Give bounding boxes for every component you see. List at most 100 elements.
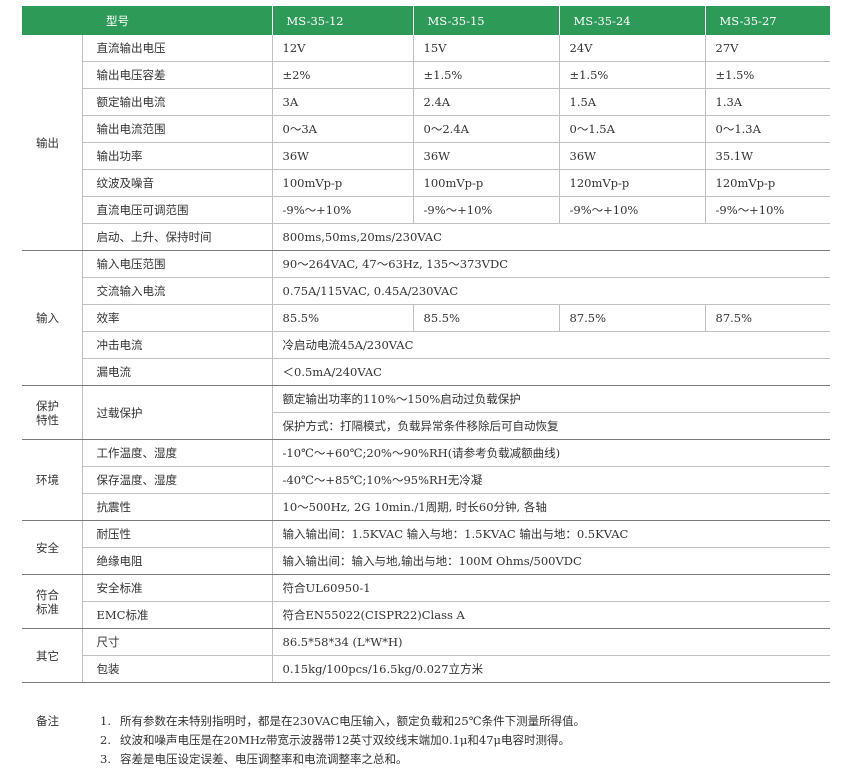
table-row: 输出 直流输出电压 12V 15V 24V 27V (22, 35, 830, 251)
value-cell: 0～2.4A (412, 115, 559, 143)
table-row: 漏电流 ＜0.5mA/240VAC (22, 358, 830, 386)
param-label: 尺寸 (81, 628, 272, 656)
value-cell: 1.5A (558, 88, 705, 116)
value-cell: -10℃～+60℃;20%～90%RH(请参考负载减额曲线) (271, 439, 830, 467)
category-other: 其它 (22, 628, 82, 683)
param-label: 冲击电流 (81, 331, 272, 359)
param-label: 输出功率 (81, 142, 272, 170)
table-row: 输入 输入电压范围 90～264VAC, 47～63Hz, 135～373VDC (22, 250, 830, 386)
header-model-24: MS-35-24 (558, 6, 705, 35)
value-cell: 86.5*58*34 (L*W*H) (271, 628, 830, 656)
param-label: 耐压性 (81, 520, 272, 548)
value-cell: 35.1W (704, 142, 830, 170)
table-row: 抗震性 10～500Hz, 2G 10min./1周期, 时长60分钟, 各轴 (22, 493, 830, 521)
note-number: 3. (100, 752, 111, 766)
param-label: 过载保护 (81, 385, 272, 440)
value-cell: 3A (271, 88, 413, 116)
category-protection: 保护 特性 (22, 385, 82, 440)
table-row: 直流电压可调范围 -9%～+10% -9%～+10% -9%～+10% -9%～… (22, 196, 830, 224)
category-environment: 环境 (22, 439, 82, 521)
note-item: 1. 所有参数在未特别指明时，都是在230VAC电压输入，额定负载和25℃条件下测… (100, 712, 585, 731)
value-cell: 90～264VAC, 47～63Hz, 135～373VDC (271, 250, 830, 278)
param-label: 直流电压可调范围 (81, 196, 272, 224)
note-text: 所有参数在未特别指明时，都是在230VAC电压输入，额定负载和25℃条件下测量所… (120, 714, 586, 728)
param-label: 保存温度、湿度 (81, 466, 272, 494)
table-row: 启动、上升、保持时间 800ms,50ms,20ms/230VAC (22, 223, 830, 251)
param-label: 输入电压范围 (81, 250, 272, 278)
value-cell: 12V (271, 35, 413, 62)
value-cell: 符合UL60950-1 (271, 574, 830, 602)
table-header-row: 型号 MS-35-12 MS-35-15 MS-35-24 MS-35-27 (22, 6, 830, 35)
header-model-12: MS-35-12 (271, 6, 413, 35)
value-cell: -9%～+10% (704, 196, 830, 224)
table-row: EMC标准 符合EN55022(CISPR22)Class A (22, 601, 830, 629)
value-cell: -9%～+10% (412, 196, 559, 224)
table-row: 输出电压容差 ±2% ±1.5% ±1.5% ±1.5% (22, 61, 830, 89)
value-cell: 符合EN55022(CISPR22)Class A (271, 601, 830, 629)
value-cell: 冷启动电流45A/230VAC (271, 331, 830, 359)
value-cell: 100mVp-p (412, 169, 559, 197)
value-cell: ±1.5% (704, 61, 830, 89)
table-row: 保护 特性 过载保护 额定输出功率的110%～150%启动过负载保护 (22, 385, 830, 440)
param-label: 工作温度、湿度 (81, 439, 272, 467)
note-text: 容差是电压设定误差、电压调整率和电流调整率之总和。 (120, 752, 408, 766)
value-cell: 输入输出间：输入与地,输出与地：100M Ohms/500VDC (271, 547, 830, 575)
note-number: 1. (100, 714, 111, 728)
value-cell: 85.5% (412, 304, 559, 332)
value-cell: 输入输出间：1.5KVAC 输入与地：1.5KVAC 输出与地：0.5KVAC (271, 520, 830, 548)
category-input: 输入 (22, 250, 82, 386)
param-label: 包装 (81, 655, 272, 683)
value-cell: 100mVp-p (271, 169, 413, 197)
value-cell: 保护方式：打隔模式，负载异常条件移除后可自动恢复 (271, 412, 830, 440)
table-row: 保存温度、湿度 -40℃～+85℃;10%～95%RH无冷凝 (22, 466, 830, 494)
value-cell: 0～1.5A (558, 115, 705, 143)
table-row: 安全 耐压性 输入输出间：1.5KVAC 输入与地：1.5KVAC 输出与地：0… (22, 520, 830, 575)
param-label: 安全标准 (81, 574, 272, 602)
table-row: 冲击电流 冷启动电流45A/230VAC (22, 331, 830, 359)
param-label: 绝缘电阻 (81, 547, 272, 575)
table-row: 交流输入电流 0.75A/115VAC, 0.45A/230VAC (22, 277, 830, 305)
value-cell: 2.4A (412, 88, 559, 116)
value-cell: 1.3A (704, 88, 830, 116)
spec-table: 型号 MS-35-12 MS-35-15 MS-35-24 MS-35-27 输… (22, 6, 830, 683)
table-row: 环境 工作温度、湿度 -10℃～+60℃;20%～90%RH(请参考负载减额曲线… (22, 439, 830, 521)
value-cell: 额定输出功率的110%～150%启动过负载保护 (271, 385, 830, 413)
value-cell: -9%～+10% (271, 196, 413, 224)
table-row: 输出电流范围 0～3A 0～2.4A 0～1.5A 0～1.3A (22, 115, 830, 143)
notes-label: 备注 (36, 714, 59, 728)
table-row: 输出功率 36W 36W 36W 35.1W (22, 142, 830, 170)
value-cell: ±2% (271, 61, 413, 89)
value-cell: 85.5% (271, 304, 413, 332)
notes-list: 1. 所有参数在未特别指明时，都是在230VAC电压输入，额定负载和25℃条件下测… (100, 712, 585, 769)
value-cell: 36W (271, 142, 413, 170)
category-standards-line1: 符合 (36, 587, 59, 602)
value-cell: 36W (412, 142, 559, 170)
table-row: 绝缘电阻 输入输出间：输入与地,输出与地：100M Ohms/500VDC (22, 547, 830, 575)
table-row: 纹波及噪音 100mVp-p 100mVp-p 120mVp-p 120mVp-… (22, 169, 830, 197)
value-cell: 0.75A/115VAC, 0.45A/230VAC (271, 277, 830, 305)
note-item: 3. 容差是电压设定误差、电压调整率和电流调整率之总和。 (100, 750, 585, 769)
note-number: 2. (100, 733, 111, 747)
value-cell: 0.15kg/100pcs/16.5kg/0.027立方米 (271, 655, 830, 683)
category-protection-line2: 特性 (36, 412, 59, 427)
param-label: 直流输出电压 (81, 35, 272, 62)
category-output: 输出 (22, 35, 82, 251)
value-cell: 800ms,50ms,20ms/230VAC (271, 223, 830, 251)
param-label: 效率 (81, 304, 272, 332)
value-cell: 0～1.3A (704, 115, 830, 143)
note-item: 2. 纹波和噪声电压是在20MHz带宽示波器带12英寸双绞线末端加0.1μ和47μ… (100, 731, 585, 750)
value-cell: 15V (412, 35, 559, 62)
value-cell: -40℃～+85℃;10%～95%RH无冷凝 (271, 466, 830, 494)
value-cell: ＜0.5mA/240VAC (271, 358, 830, 386)
value-cell: 87.5% (704, 304, 830, 332)
param-label: EMC标准 (81, 601, 272, 629)
category-standards: 符合 标准 (22, 574, 82, 629)
table-row: 符合 标准 安全标准 符合UL60950-1 (22, 574, 830, 629)
value-cell: 120mVp-p (558, 169, 705, 197)
category-protection-line1: 保护 (36, 398, 59, 413)
param-label: 交流输入电流 (81, 277, 272, 305)
note-text: 纹波和噪声电压是在20MHz带宽示波器带12英寸双绞线末端加0.1μ和47μ电容… (120, 733, 570, 747)
table-row: 包装 0.15kg/100pcs/16.5kg/0.027立方米 (22, 655, 830, 683)
value-cell: 0～3A (271, 115, 413, 143)
param-label: 抗震性 (81, 493, 272, 521)
